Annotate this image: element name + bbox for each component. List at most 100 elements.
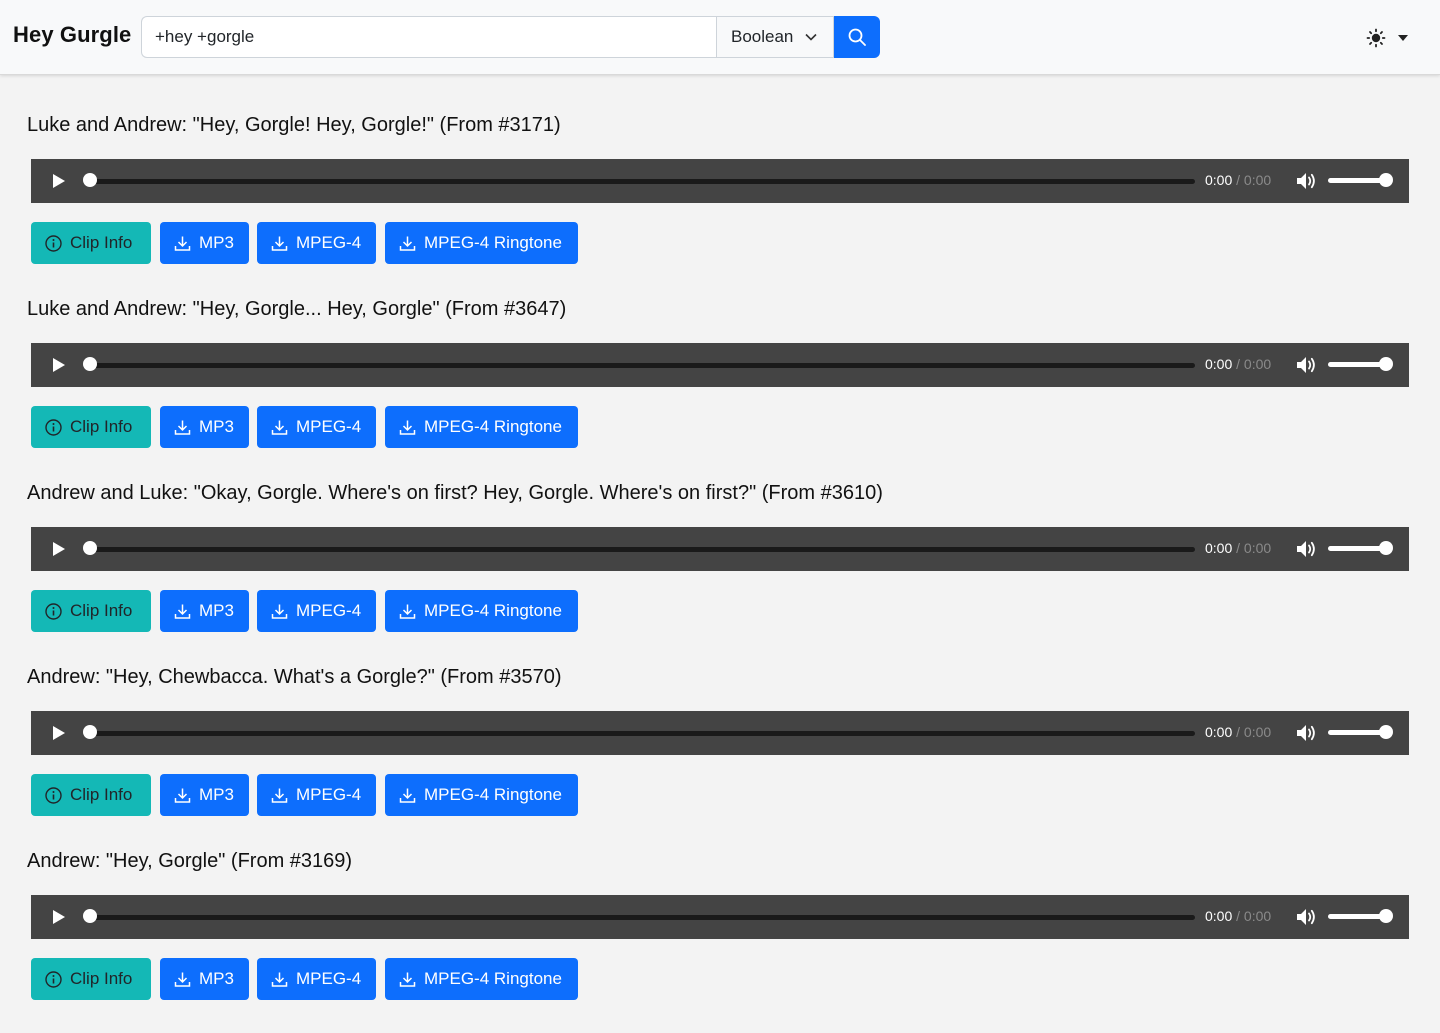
clip-info-label: Clip Info (70, 417, 133, 436)
audio-player: 0:00 / 0:00 (31, 159, 1409, 203)
volume-thumb[interactable] (1379, 357, 1393, 371)
play-icon[interactable] (51, 541, 67, 557)
download-icon (399, 788, 416, 803)
caret-down-icon (1398, 35, 1408, 41)
mpeg4-label: MPEG-4 (296, 417, 362, 436)
download-ringtone-button[interactable]: MPEG-4 Ringtone (385, 406, 578, 448)
search-group: Boolean (141, 16, 880, 58)
download-ringtone-button[interactable]: MPEG-4 Ringtone (385, 774, 578, 816)
seek-bar[interactable] (85, 547, 1195, 552)
seek-bar[interactable] (85, 363, 1195, 368)
download-icon (399, 972, 416, 987)
navbar: Hey Gurgle Boolean (0, 0, 1440, 75)
download-icon (271, 604, 288, 619)
current-time: 0:00 (1205, 356, 1233, 372)
audio-player: 0:00 / 0:00 (31, 895, 1409, 939)
download-mpeg4-button[interactable]: MPEG-4 (257, 406, 376, 448)
play-icon[interactable] (51, 173, 67, 189)
ringtone-label: MPEG-4 Ringtone (424, 785, 562, 804)
duration: 0:00 (1243, 724, 1272, 740)
download-mpeg4-button[interactable]: MPEG-4 (257, 958, 376, 1000)
volume-icon[interactable] (1296, 723, 1318, 743)
download-mp3-button[interactable]: MP3 (160, 774, 249, 816)
mpeg4-label: MPEG-4 (296, 601, 362, 620)
play-icon[interactable] (51, 909, 67, 925)
volume-icon[interactable] (1296, 539, 1318, 559)
seek-thumb[interactable] (83, 909, 97, 923)
download-icon (271, 236, 288, 251)
ringtone-label: MPEG-4 Ringtone (424, 601, 562, 620)
time-separator: / (1236, 908, 1241, 924)
volume-icon[interactable] (1296, 171, 1318, 191)
clip-info-button[interactable]: Clip Info (31, 958, 151, 1000)
search-button[interactable] (834, 16, 880, 58)
seek-bar[interactable] (85, 179, 1195, 184)
volume-thumb[interactable] (1379, 909, 1393, 923)
download-icon (271, 788, 288, 803)
duration: 0:00 (1243, 172, 1272, 188)
download-ringtone-button[interactable]: MPEG-4 Ringtone (385, 590, 578, 632)
download-icon (174, 972, 191, 987)
current-time: 0:00 (1205, 724, 1233, 740)
ringtone-label: MPEG-4 Ringtone (424, 233, 562, 252)
search-mode-select[interactable]: Boolean (716, 16, 834, 58)
search-icon (848, 28, 866, 46)
download-icon (174, 788, 191, 803)
duration: 0:00 (1243, 356, 1272, 372)
volume-icon[interactable] (1296, 907, 1318, 927)
time-display: 0:00 / 0:00 (1205, 356, 1271, 372)
info-circle-icon (45, 602, 62, 620)
download-mpeg4-button[interactable]: MPEG-4 (257, 222, 376, 264)
sun-icon (1366, 28, 1386, 48)
clip-info-button[interactable]: Clip Info (31, 774, 151, 816)
clip-info-label: Clip Info (70, 785, 133, 804)
info-circle-icon (45, 234, 62, 252)
time-separator: / (1236, 172, 1241, 188)
download-mpeg4-button[interactable]: MPEG-4 (257, 590, 376, 632)
brand-title[interactable]: Hey Gurgle (13, 22, 131, 48)
download-mp3-button[interactable]: MP3 (160, 590, 249, 632)
search-input[interactable] (141, 16, 716, 58)
time-separator: / (1236, 540, 1241, 556)
time-display: 0:00 / 0:00 (1205, 540, 1271, 556)
download-icon (174, 420, 191, 435)
search-mode-label: Boolean (731, 27, 794, 46)
download-mpeg4-button[interactable]: MPEG-4 (257, 774, 376, 816)
download-mp3-button[interactable]: MP3 (160, 222, 249, 264)
download-icon (174, 236, 191, 251)
mp3-label: MP3 (199, 417, 234, 436)
clip-info-button[interactable]: Clip Info (31, 590, 151, 632)
download-ringtone-button[interactable]: MPEG-4 Ringtone (385, 958, 578, 1000)
download-icon (271, 420, 288, 435)
info-circle-icon (45, 418, 62, 436)
time-display: 0:00 / 0:00 (1205, 172, 1271, 188)
mp3-label: MP3 (199, 969, 234, 988)
clip-title: Andrew: "Hey, Chewbacca. What's a Gorgle… (27, 666, 562, 688)
seek-thumb[interactable] (83, 357, 97, 371)
play-icon[interactable] (51, 357, 67, 373)
volume-icon[interactable] (1296, 355, 1318, 375)
download-mp3-button[interactable]: MP3 (160, 406, 249, 448)
clip-info-label: Clip Info (70, 969, 133, 988)
download-mp3-button[interactable]: MP3 (160, 958, 249, 1000)
seek-bar[interactable] (85, 915, 1195, 920)
info-circle-icon (45, 786, 62, 804)
clip-info-button[interactable]: Clip Info (31, 222, 151, 264)
volume-thumb[interactable] (1379, 725, 1393, 739)
seek-thumb[interactable] (83, 725, 97, 739)
download-ringtone-button[interactable]: MPEG-4 Ringtone (385, 222, 578, 264)
download-icon (399, 604, 416, 619)
seek-thumb[interactable] (83, 541, 97, 555)
seek-bar[interactable] (85, 731, 1195, 736)
theme-toggle[interactable] (1366, 26, 1414, 50)
seek-thumb[interactable] (83, 173, 97, 187)
clip-title: Andrew: "Hey, Gorgle" (From #3169) (27, 850, 353, 872)
ringtone-label: MPEG-4 Ringtone (424, 417, 562, 436)
audio-player: 0:00 / 0:00 (31, 711, 1409, 755)
volume-thumb[interactable] (1379, 541, 1393, 555)
play-icon[interactable] (51, 725, 67, 741)
mp3-label: MP3 (199, 233, 234, 252)
volume-thumb[interactable] (1379, 173, 1393, 187)
clip-info-button[interactable]: Clip Info (31, 406, 151, 448)
mp3-label: MP3 (199, 601, 234, 620)
